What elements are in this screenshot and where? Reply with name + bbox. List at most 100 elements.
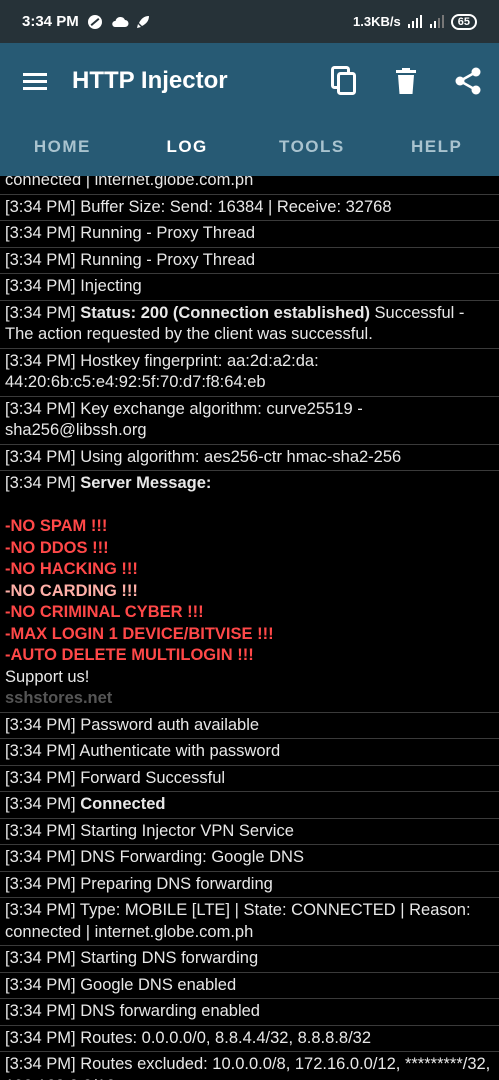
log-text: connected | internet.globe.com.ph bbox=[5, 176, 254, 189]
cloud-icon bbox=[111, 14, 129, 30]
status-time: 3:34 PM bbox=[22, 13, 79, 30]
log-entry: connected | internet.globe.com.ph bbox=[0, 176, 499, 195]
log-time: [3:34 PM] bbox=[5, 742, 76, 760]
log-time: [3:34 PM] bbox=[5, 250, 76, 269]
copy-button[interactable] bbox=[313, 43, 375, 118]
log-text: Routes: 0.0.0.0/0, 8.8.4.4/32, 8.8.8.8/3… bbox=[80, 1028, 372, 1047]
tab-log[interactable]: LOG bbox=[125, 118, 250, 176]
log-text: Injecting bbox=[80, 277, 142, 295]
log-time: [3:34 PM] bbox=[5, 949, 76, 967]
log-time: [3:34 PM] bbox=[5, 874, 76, 893]
log-time: [3:34 PM] bbox=[5, 821, 76, 840]
rule-line: -NO HACKING !!! bbox=[5, 560, 138, 578]
log-time: [3:34 PM] bbox=[5, 795, 76, 813]
log-time: [3:34 PM] bbox=[5, 848, 76, 866]
log-entry: [3:34 PM] Connected bbox=[0, 792, 499, 819]
copy-icon bbox=[331, 65, 356, 95]
menu-icon bbox=[23, 72, 47, 90]
signal-icon-2 bbox=[429, 14, 445, 30]
tab-tools[interactable]: TOOLS bbox=[250, 118, 375, 176]
log-entry: [3:34 PM] Running - Proxy Thread bbox=[0, 221, 499, 248]
log-entry: [3:34 PM] Preparing DNS forwarding bbox=[0, 872, 499, 898]
log-time: [3:34 PM] bbox=[5, 399, 76, 418]
log-time: [3:34 PM] bbox=[5, 277, 76, 295]
support-line: Support us! bbox=[5, 667, 90, 686]
log-panel[interactable]: connected | internet.globe.com.ph [3:34 … bbox=[0, 176, 499, 1080]
log-text: Forward Successful bbox=[80, 768, 226, 787]
rule-line: -NO SPAM !!! bbox=[5, 517, 108, 535]
log-text: Preparing DNS forwarding bbox=[80, 874, 273, 893]
log-time: [3:34 PM] bbox=[5, 901, 76, 919]
log-text: DNS Forwarding: Google DNS bbox=[80, 848, 304, 866]
signal-icon bbox=[407, 14, 423, 30]
rule-line: -NO CARDING !!! bbox=[5, 581, 138, 600]
tab-home[interactable]: HOME bbox=[0, 118, 125, 176]
log-entry: [3:34 PM] Forward Successful bbox=[0, 766, 499, 792]
log-text: Using algorithm: aes256-ctr hmac-sha2-25… bbox=[80, 447, 402, 466]
log-entry: [3:34 PM] Password auth available bbox=[0, 713, 499, 739]
rocket-icon bbox=[135, 14, 151, 30]
server-message-title: Server Message: bbox=[80, 474, 212, 492]
log-entry: [3:34 PM] Buffer Size: Send: 16384 | Rec… bbox=[0, 195, 499, 221]
log-time: [3:34 PM] bbox=[5, 715, 76, 734]
log-time: [3:34 PM] bbox=[5, 303, 76, 322]
rule-line: -MAX LOGIN 1 DEVICE/BITVISE !!! bbox=[5, 624, 274, 643]
log-status: Status: 200 (Connection established) bbox=[80, 303, 370, 322]
log-entry: [3:34 PM] Authenticate with password bbox=[0, 739, 499, 766]
log-entry: [3:34 PM] Starting DNS forwarding bbox=[0, 946, 499, 973]
log-time: [3:34 PM] bbox=[5, 1028, 76, 1047]
app-title: HTTP Injector bbox=[72, 66, 228, 94]
log-entry: [3:34 PM] Status: 200 (Connection establ… bbox=[0, 301, 499, 349]
dnd-icon bbox=[87, 14, 103, 30]
log-entry: [3:34 PM] Running - Proxy Thread bbox=[0, 248, 499, 274]
log-entry: [3:34 PM] Key exchange algorithm: curve2… bbox=[0, 397, 499, 445]
log-text: Google DNS enabled bbox=[80, 975, 237, 994]
log-text: Authenticate with password bbox=[79, 742, 281, 760]
status-bar: 3:34 PM 1.3KB/s 65 bbox=[0, 0, 499, 43]
delete-icon bbox=[396, 67, 416, 94]
log-entry: [3:34 PM] Type: MOBILE [LTE] | State: CO… bbox=[0, 898, 499, 946]
log-entry: [3:34 PM] Starting Injector VPN Service bbox=[0, 819, 499, 845]
log-time: [3:34 PM] bbox=[5, 1002, 76, 1020]
log-time: [3:34 PM] bbox=[5, 474, 76, 492]
log-text: Running - Proxy Thread bbox=[80, 224, 256, 242]
log-text: Starting Injector VPN Service bbox=[80, 821, 294, 840]
tab-bar: HOME LOG TOOLS HELP bbox=[0, 118, 499, 176]
log-entry: [3:34 PM] Hostkey fingerprint: aa:2d:a2:… bbox=[0, 349, 499, 397]
rule-line: -NO DDOS !!! bbox=[5, 538, 109, 557]
share-button[interactable] bbox=[437, 43, 499, 118]
log-entry: [3:34 PM] Injecting bbox=[0, 274, 499, 301]
log-entry: [3:34 PM] DNS Forwarding: Google DNS bbox=[0, 845, 499, 872]
log-entry: [3:34 PM] Routes: 0.0.0.0/0, 8.8.4.4/32,… bbox=[0, 1026, 499, 1052]
log-status: Connected bbox=[80, 795, 166, 813]
log-time: [3:34 PM] bbox=[5, 975, 76, 994]
menu-button[interactable] bbox=[0, 43, 70, 118]
net-speed: 1.3KB/s bbox=[353, 14, 401, 29]
log-time: [3:34 PM] bbox=[5, 447, 76, 466]
log-text: Routes excluded: 10.0.0.0/8, 172.16.0.0/… bbox=[5, 1055, 491, 1080]
log-text: DNS forwarding enabled bbox=[80, 1002, 260, 1020]
log-time: [3:34 PM] bbox=[5, 224, 76, 242]
share-icon bbox=[455, 67, 481, 94]
tab-help[interactable]: HELP bbox=[374, 118, 499, 176]
log-entry: [3:34 PM] Routes excluded: 10.0.0.0/8, 1… bbox=[0, 1052, 499, 1080]
log-entry: [3:34 PM] Using algorithm: aes256-ctr hm… bbox=[0, 445, 499, 471]
log-entry: [3:34 PM] Google DNS enabled bbox=[0, 973, 499, 999]
log-time: [3:34 PM] bbox=[5, 1055, 76, 1073]
log-time: [3:34 PM] bbox=[5, 768, 76, 787]
log-entry: [3:34 PM] DNS forwarding enabled bbox=[0, 999, 499, 1026]
app-bar: HTTP Injector bbox=[0, 43, 499, 118]
battery-icon: 65 bbox=[450, 13, 477, 30]
log-time: [3:34 PM] bbox=[5, 197, 76, 216]
delete-button[interactable] bbox=[375, 43, 437, 118]
log-text: Buffer Size: Send: 16384 | Receive: 3276… bbox=[80, 197, 392, 216]
log-text: Password auth available bbox=[80, 715, 260, 734]
server-message-entry: [3:34 PM] Server Message: -NO SPAM !!! -… bbox=[0, 471, 499, 713]
log-time: [3:34 PM] bbox=[5, 351, 76, 370]
rule-line: -AUTO DELETE MULTILOGIN !!! bbox=[5, 646, 254, 664]
log-text: Starting DNS forwarding bbox=[80, 949, 259, 967]
site-line: sshstores.net bbox=[5, 689, 113, 707]
rule-line: -NO CRIMINAL CYBER !!! bbox=[5, 603, 204, 621]
log-text: Running - Proxy Thread bbox=[80, 250, 256, 269]
